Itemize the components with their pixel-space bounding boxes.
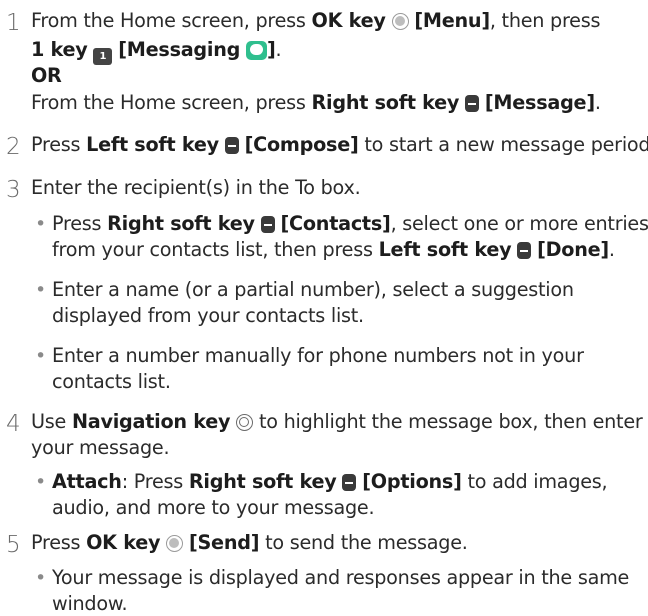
- step-number: 2: [6, 134, 21, 160]
- step-3-bullet-2-line-2: displayed from your contacts list.: [52, 304, 364, 327]
- navigation-key-icon: [236, 414, 254, 431]
- bullet-dot: •: [35, 213, 47, 235]
- step-3-bullet-1-line-2: from your contacts list, then press Left…: [52, 238, 615, 261]
- step-3-line-1: Enter the recipient(s) in the To box.: [31, 176, 361, 199]
- step-3-bullet-3-line-2: contacts list.: [52, 370, 171, 393]
- step-4-line-1: Use Navigation key to highlight the mess…: [31, 410, 643, 433]
- step-4-bullet-1-line-1: Attach: Press Right soft key [Options] t…: [52, 470, 608, 493]
- step-2-line-1: Press Left soft key [Compose] to start a…: [31, 133, 648, 156]
- soft-key-icon: [260, 216, 275, 233]
- soft-key-icon: [465, 95, 480, 112]
- step-4-line-2: your message.: [31, 436, 170, 459]
- bullet-dot: •: [35, 567, 47, 589]
- bullet-dot: •: [35, 279, 47, 301]
- step-1-line-4: From the Home screen, press Right soft k…: [31, 91, 601, 114]
- step-3-bullet-2-line-1: Enter a name (or a partial number), sele…: [52, 278, 574, 301]
- 1-key-icon: 1: [93, 48, 113, 65]
- messaging-app-icon: [246, 41, 267, 60]
- soft-key-icon: [342, 474, 357, 491]
- step-number: 1: [6, 10, 21, 36]
- soft-key-icon: [224, 137, 239, 154]
- ok-key-icon: [391, 13, 409, 30]
- bullet-dot: •: [35, 471, 47, 493]
- step-number: 3: [6, 177, 21, 203]
- bullet-dot: •: [35, 345, 47, 367]
- step-5-bullet-1-line-2: window.: [52, 592, 128, 615]
- soft-key-icon: [517, 242, 532, 259]
- step-5-line-1: Press OK key [Send] to send the message.: [31, 531, 468, 554]
- step-3-bullet-1-line-1: Press Right soft key [Contacts], select …: [52, 212, 648, 235]
- step-4-bullet-1-line-2: audio, and more to your message.: [52, 496, 375, 519]
- step-number: 5: [6, 532, 21, 558]
- ok-key-icon: [166, 535, 184, 552]
- step-3-bullet-3-line-1: Enter a number manually for phone number…: [52, 344, 584, 367]
- step-1-line-2: 1 key 1 [Messaging ].: [31, 38, 282, 65]
- step-1-or: OR: [31, 64, 62, 87]
- step-5-bullet-1-line-1: Your message is displayed and responses …: [52, 566, 630, 589]
- step-1-line-1: From the Home screen, press OK key [Menu…: [31, 9, 601, 32]
- step-number: 4: [6, 411, 21, 437]
